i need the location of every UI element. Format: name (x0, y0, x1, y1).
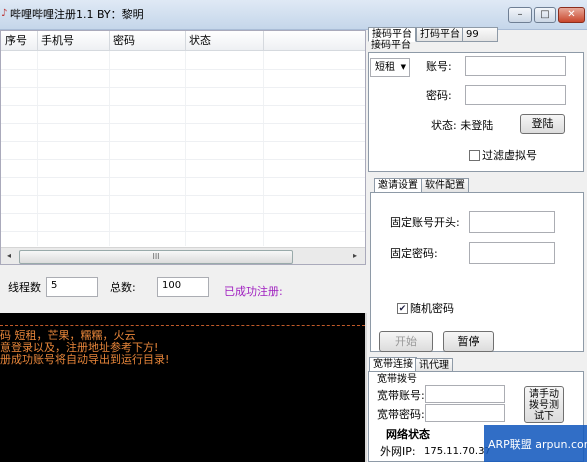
account-label: 账号: (426, 60, 452, 73)
login-button[interactable]: 登陆 (520, 114, 565, 134)
platform-select[interactable]: 短租 ▼ (370, 58, 410, 77)
platform-select-value: 短租 (375, 62, 395, 73)
password-input[interactable] (465, 85, 566, 105)
threads-input[interactable]: 5 (46, 277, 98, 297)
column-header-status[interactable]: 状态 (189, 35, 211, 47)
random-password-label: 随机密码 (410, 302, 454, 315)
window-title: 哔哩哔哩注册1.1 BY：黎明 (10, 8, 144, 21)
log-console[interactable]: 码 短租，芒果，糯糯，火云 意登录以及，注册地址参考下方! 册成功账号将自动导出… (0, 313, 365, 462)
success-count-label: 已成功注册: (224, 285, 283, 298)
column-header-password[interactable]: 密码 (113, 35, 135, 47)
results-table[interactable]: 序号 手机号 密码 状态 ◂ III ▸ (0, 30, 366, 265)
filter-virtual-label: 过滤虚拟号 (482, 149, 537, 162)
tab-broadband[interactable]: 宽带连接 (369, 357, 417, 372)
minimize-button[interactable]: – (508, 7, 532, 23)
app-icon: ♪ (1, 8, 8, 19)
chevron-down-icon: ▼ (400, 63, 406, 71)
broadband-password-input[interactable] (425, 404, 505, 422)
manual-dial-button[interactable]: 请手动 拨号测 试下 (524, 386, 564, 423)
tab-99[interactable]: 99 (462, 27, 498, 42)
column-header-index[interactable]: 序号 (5, 35, 27, 47)
manual-dial-label: 请手动 (529, 389, 559, 400)
broadband-account-input[interactable] (425, 385, 505, 403)
fixed-prefix-label: 固定账号开头: (390, 216, 460, 229)
tab-invite-settings[interactable]: 邀请设置 (374, 178, 422, 193)
fixed-password-label: 固定密码: (390, 247, 438, 260)
random-password-checkbox[interactable]: ✔ (397, 303, 408, 314)
manual-dial-label: 试下 (534, 411, 554, 422)
title-bar: ♪ 哔哩哔哩注册1.1 BY：黎明 – □ ✕ (0, 0, 587, 30)
log-line: 册成功账号将自动导出到运行目录! (0, 353, 170, 366)
login-status: 状态: 未登陆 (431, 119, 494, 132)
broadband-account-label: 宽带账号: (377, 389, 425, 402)
broadband-password-label: 宽带密码: (377, 408, 425, 421)
maximize-button[interactable]: □ (534, 7, 556, 23)
scroll-left-icon[interactable]: ◂ (1, 248, 17, 264)
tab-software-config[interactable]: 软件配置 (421, 178, 469, 193)
total-label: 总数: (110, 281, 136, 294)
tab-captcha-platform[interactable]: 打码平台 (416, 27, 464, 42)
pause-button[interactable]: 暂停 (443, 331, 494, 352)
total-input[interactable]: 100 (157, 277, 209, 297)
account-input[interactable] (465, 56, 566, 76)
fixed-password-input[interactable] (469, 242, 555, 264)
scrollbar-thumb[interactable]: III (19, 250, 293, 264)
wan-ip-label: 外网IP: (380, 445, 416, 458)
scroll-right-icon[interactable]: ▸ (347, 248, 363, 264)
close-button[interactable]: ✕ (558, 7, 585, 23)
network-status-label: 网络状态 (386, 428, 430, 441)
console-divider (0, 325, 365, 326)
watermark-logo: ARP联盟 arpun.com (484, 425, 587, 462)
horizontal-scrollbar[interactable]: ◂ III ▸ (1, 247, 365, 264)
password-label: 密码: (426, 89, 452, 102)
close-icon: ✕ (567, 9, 576, 20)
minimize-icon: – (517, 9, 523, 20)
manual-dial-label: 拨号测 (529, 400, 559, 411)
column-header-phone[interactable]: 手机号 (41, 35, 74, 47)
wan-ip-value: 175.11.70.37 (424, 446, 491, 457)
table-header: 序号 手机号 密码 状态 (1, 31, 365, 51)
threads-label: 线程数 (8, 281, 41, 294)
watermark-text: ARP联盟 arpun.com (488, 438, 587, 451)
fixed-prefix-input[interactable] (469, 211, 555, 233)
start-button[interactable]: 开始 (379, 331, 433, 352)
sub-tab-sms-platform[interactable]: 接码平台 (371, 40, 411, 52)
filter-virtual-checkbox[interactable] (469, 150, 480, 161)
maximize-icon: □ (540, 9, 550, 20)
broadband-group-label: 宽带拨号 (377, 374, 417, 385)
